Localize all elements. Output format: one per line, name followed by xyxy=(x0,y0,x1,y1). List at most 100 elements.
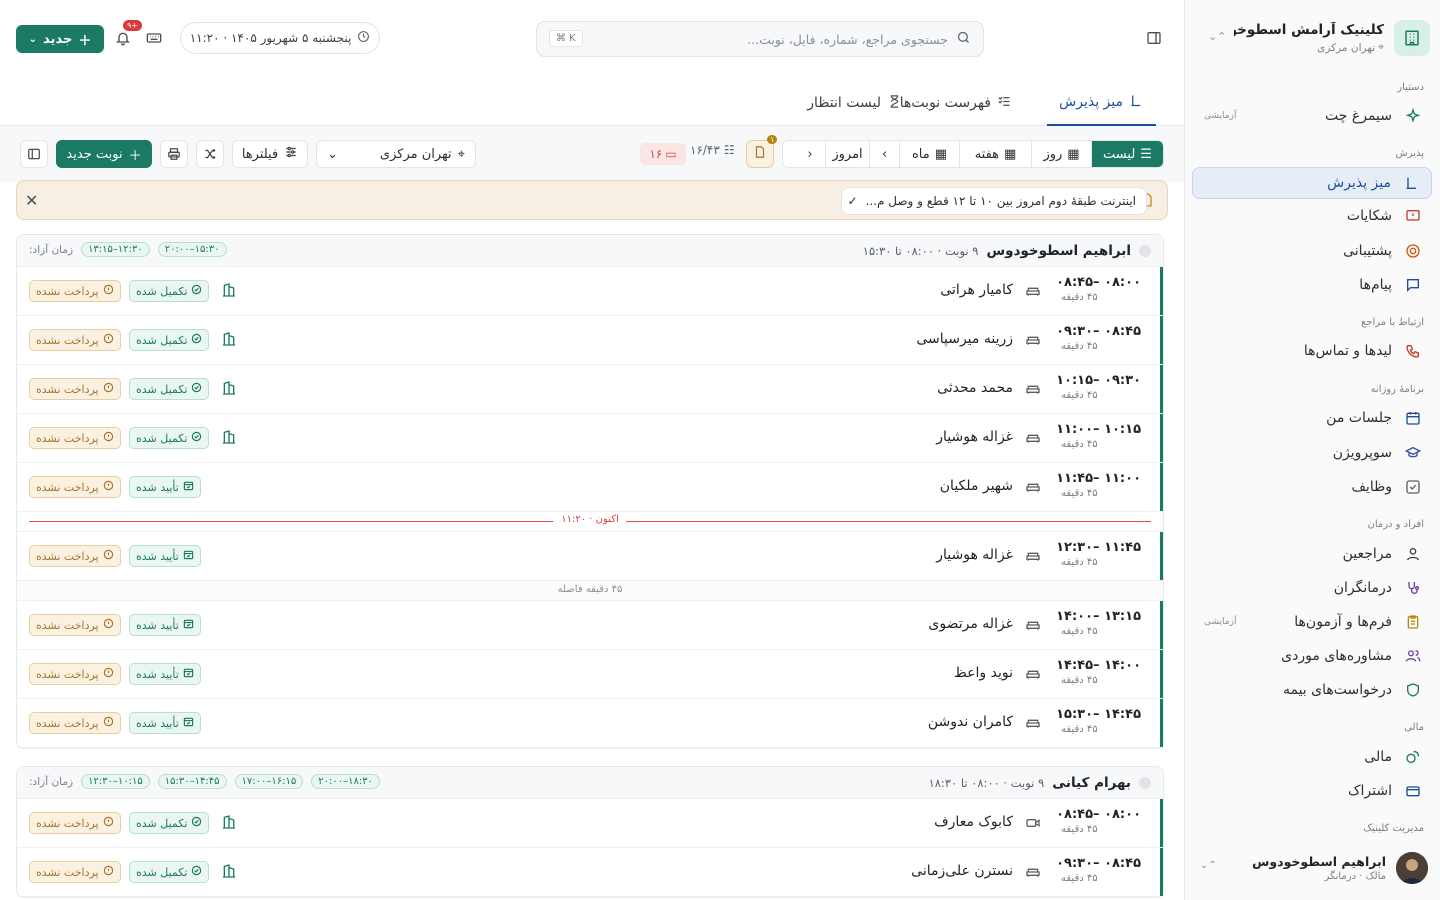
sidebar-item-leads[interactable]: لیدها و تماس‌ها xyxy=(1192,335,1432,367)
tab-reception-desk[interactable]: میز پذیرش xyxy=(1047,80,1156,126)
therapist-group-header[interactable]: ابراهیم اسطوخودوس ۹ نوبت · ۰۸:۰۰ تا ۱۵:۳… xyxy=(17,235,1163,267)
chevron-updown-icon: ⌃⌄ xyxy=(1208,30,1227,43)
new-button[interactable]: ＋ جدید ⌄ xyxy=(16,25,104,53)
sidebar-item-tasks[interactable]: وظایف xyxy=(1192,471,1432,503)
free-slot[interactable]: ۱۸:۳۰–۲۰:۰۰ xyxy=(311,774,380,789)
appointment-row[interactable]: ۰۸:۴۵ –۰۹:۳۰ ۴۵ دقیقه زرینه میرسپاسی تکم… xyxy=(17,316,1163,365)
free-slot[interactable]: ۱۲:۳۰–۱۳:۱۵ xyxy=(81,242,150,257)
payment-badge[interactable]: پرداخت نشده xyxy=(29,712,121,734)
status-badge[interactable]: تکمیل شده xyxy=(129,861,210,883)
status-badge[interactable]: تکمیل شده xyxy=(129,378,210,400)
payment-badge[interactable]: پرداخت نشده xyxy=(29,378,121,400)
announcement-text[interactable]: اینترنت طبقهٔ دوم امروز بین ۱۰ تا ۱۲ قطع… xyxy=(841,187,1147,215)
sidebar-item-support[interactable]: پشتیبانی xyxy=(1192,235,1432,267)
appointment-row[interactable]: ۰۸:۰۰ –۰۸:۴۵ ۴۵ دقیقه کامیار هراتی تکمیل… xyxy=(17,267,1163,316)
client-name[interactable]: شهیر ملکیان xyxy=(940,478,1013,494)
view-list-button[interactable]: ☰ لیست xyxy=(1091,141,1163,167)
free-slot[interactable]: ۱۶:۱۵–۱۷:۰۰ xyxy=(234,774,304,789)
search-input[interactable]: جستجوی مراجع، شماره، فایل، نوبت... ⌘ K xyxy=(536,21,984,57)
sidebar-item-simorgh-chat[interactable]: سیمرغ چت آزمایشی xyxy=(1192,100,1432,132)
client-name[interactable]: محمد محدثی xyxy=(937,380,1013,396)
free-slot[interactable]: ۱۵:۳۰–۲۰:۰۰ xyxy=(157,242,227,257)
payment-badge[interactable]: پرداخت نشده xyxy=(29,476,121,498)
appointment-row[interactable]: ۱۳:۱۵ –۱۴:۰۰ ۴۵ دقیقه غزاله مرتضوی تأیید… xyxy=(17,601,1163,650)
chevron-updown-icon: ⌃⌄ xyxy=(1200,860,1217,871)
appointment-row[interactable]: ۱۰:۱۵ –۱۱:۰۰ ۴۵ دقیقه غزاله هوشیار تکمیل… xyxy=(17,414,1163,463)
clinic-switcher[interactable]: کلینیک آرامش اسطوخو... ⌖تهران مرکزی ⌃⌄ xyxy=(1194,14,1430,62)
payment-badge[interactable]: پرداخت نشده xyxy=(29,427,121,449)
client-name[interactable]: نوید واعظ xyxy=(954,665,1013,681)
panel-toggle-icon[interactable] xyxy=(20,140,48,168)
status-badge[interactable]: تأیید شده xyxy=(129,712,201,734)
sidebar-item-therapists[interactable]: درمانگران xyxy=(1192,572,1432,604)
status-badge[interactable]: تکمیل شده xyxy=(129,427,210,449)
tab-waiting-list[interactable]: لیست انتظار xyxy=(795,80,914,126)
client-name[interactable]: غزاله هوشیار xyxy=(936,547,1013,563)
shuffle-icon[interactable] xyxy=(196,140,224,168)
prev-button[interactable]: › xyxy=(869,141,899,167)
status-badge[interactable]: تأیید شده xyxy=(129,545,201,567)
sidebar-item-my-sessions[interactable]: جلسات من xyxy=(1192,402,1432,434)
document-button[interactable]: ۱ xyxy=(746,135,778,168)
next-button[interactable]: ‹ xyxy=(795,141,825,167)
sidebar-item-reception-desk[interactable]: میز پذیرش xyxy=(1192,167,1432,199)
location-select[interactable]: ⌖ تهران مرکزی ⌄ xyxy=(316,140,476,168)
sidebar-item-case-consults[interactable]: مشاوره‌های موردی xyxy=(1192,640,1432,672)
sidebar-toggle-icon[interactable] xyxy=(1140,24,1168,52)
status-badge[interactable]: تأیید شده xyxy=(129,476,201,498)
appointment-row[interactable]: ۱۱:۰۰ –۱۱:۴۵ ۴۵ دقیقه شهیر ملکیان تأیید … xyxy=(17,463,1163,512)
payment-badge[interactable]: پرداخت نشده xyxy=(29,329,121,351)
status-badge[interactable]: تأیید شده xyxy=(129,614,201,636)
filters-button[interactable]: فیلترها xyxy=(232,140,308,168)
payment-badge[interactable]: پرداخت نشده xyxy=(29,614,121,636)
sidebar-item-messages[interactable]: پیام‌ها xyxy=(1192,269,1432,301)
client-name[interactable]: زرینه میرسپاسی xyxy=(916,331,1013,347)
therapist-group-header[interactable]: بهرام کیانی ۹ نوبت · ۰۸:۰۰ تا ۱۸:۳۰ زمان… xyxy=(17,767,1163,799)
view-month-button[interactable]: ▦ ماه xyxy=(899,141,959,167)
print-icon[interactable] xyxy=(160,140,188,168)
new-appointment-button[interactable]: ＋ نوبت جدید xyxy=(56,140,152,168)
payment-label: پرداخت نشده xyxy=(36,480,99,494)
user-menu[interactable]: ابراهیم اسطوخودوس مالک · درمانگر ⌃⌄ xyxy=(1196,848,1428,888)
appointment-row[interactable]: ۱۴:۴۵ –۱۵:۳۰ ۴۵ دقیقه کامران ندوشن تأیید… xyxy=(17,699,1163,748)
free-slot[interactable]: ۱۴:۴۵–۱۵:۳۰ xyxy=(157,774,227,789)
payment-badge[interactable]: پرداخت نشده xyxy=(29,861,121,883)
client-name[interactable]: نسترن علی‌زمانی xyxy=(911,863,1013,879)
payment-badge[interactable]: پرداخت نشده xyxy=(29,812,121,834)
status-badge[interactable]: تکمیل شده xyxy=(129,812,210,834)
sidebar-item-finance[interactable]: مالی xyxy=(1192,741,1432,773)
sidebar-item-complaints[interactable]: شکایات xyxy=(1192,200,1432,232)
payment-badge[interactable]: پرداخت نشده xyxy=(29,280,121,302)
appointment-row[interactable]: ۰۹:۳۰ –۱۰:۱۵ ۴۵ دقیقه محمد محدثی تکمیل ش… xyxy=(17,365,1163,414)
close-icon[interactable]: ✕ xyxy=(25,191,38,210)
appointment-row[interactable]: ۰۸:۰۰ –۰۸:۴۵ ۴۵ دقیقه کابوک معارف تکمیل … xyxy=(17,799,1163,848)
appointment-row[interactable]: ۱۴:۰۰ –۱۴:۴۵ ۴۵ دقیقه نوید واعظ تأیید شد… xyxy=(17,650,1163,699)
appointment-row[interactable]: ۱۱:۴۵ –۱۲:۳۰ ۴۵ دقیقه غزاله هوشیار تأیید… xyxy=(17,532,1163,581)
collapse-dot-icon[interactable] xyxy=(1139,244,1151,257)
check-icon[interactable]: ✓ xyxy=(848,194,858,208)
keyboard-icon[interactable] xyxy=(140,24,168,52)
collapse-dot-icon[interactable] xyxy=(1139,776,1151,789)
status-badge[interactable]: تأیید شده xyxy=(129,663,201,685)
free-slot[interactable]: ۱۰:۱۵–۱۲:۳۰ xyxy=(81,774,150,789)
client-name[interactable]: کامران ندوشن xyxy=(928,714,1013,730)
sidebar-item-forms[interactable]: فرم‌ها و آزمون‌ها آزمایشی xyxy=(1192,606,1432,638)
client-name[interactable]: کامیار هراتی xyxy=(940,282,1013,298)
sidebar-item-clients[interactable]: مراجعین xyxy=(1192,538,1432,570)
view-day-button[interactable]: ▦ روز xyxy=(1031,141,1091,167)
today-button[interactable]: امروز xyxy=(825,141,869,167)
client-name[interactable]: کابوک معارف xyxy=(934,814,1013,830)
unpaid-chip[interactable]: ▭ ۱۶ xyxy=(640,143,686,165)
sidebar-item-supervision[interactable]: سوپرویژن xyxy=(1192,437,1432,469)
client-name[interactable]: غزاله هوشیار xyxy=(936,429,1013,445)
status-badge[interactable]: تکمیل شده xyxy=(129,329,210,351)
view-week-button[interactable]: ▦ هفته xyxy=(959,141,1031,167)
payment-badge[interactable]: پرداخت نشده xyxy=(29,663,121,685)
sidebar-item-subscription[interactable]: اشتراک xyxy=(1192,775,1432,807)
bell-icon[interactable]: ۹+ xyxy=(109,20,142,52)
payment-badge[interactable]: پرداخت نشده xyxy=(29,545,121,567)
status-badge[interactable]: تکمیل شده xyxy=(129,280,210,302)
sidebar-item-insurance[interactable]: درخواست‌های بیمه xyxy=(1192,674,1432,706)
client-name[interactable]: غزاله مرتضوی xyxy=(928,616,1013,632)
appointment-row[interactable]: ۰۸:۴۵ –۰۹:۳۰ ۴۵ دقیقه نسترن علی‌زمانی تک… xyxy=(17,848,1163,897)
